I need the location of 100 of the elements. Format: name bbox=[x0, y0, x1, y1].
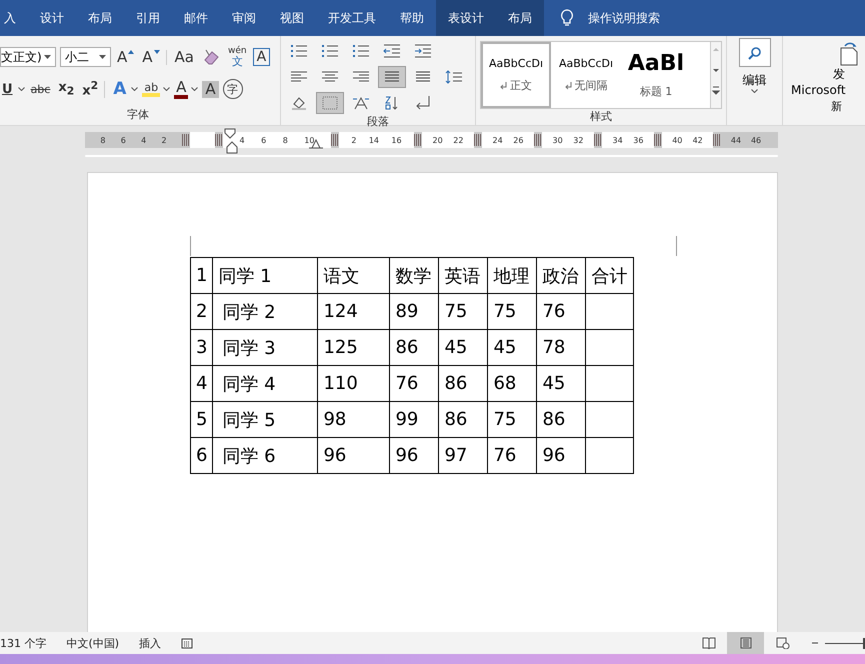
table-cell: 75 bbox=[488, 294, 537, 330]
ribbon-tab[interactable]: 视图 bbox=[268, 0, 316, 36]
table-cell: 89 bbox=[390, 294, 439, 330]
print-view-button[interactable] bbox=[727, 632, 764, 654]
script-button[interactable]: x$_{2}$ bbox=[56, 80, 76, 98]
column-marker-icon[interactable] bbox=[182, 134, 190, 146]
font-name-dropdown[interactable]: 文正文) bbox=[0, 47, 56, 67]
group-label: 样式 bbox=[589, 109, 613, 125]
ruler-number: 34 bbox=[612, 136, 623, 144]
font-color-button[interactable]: A bbox=[174, 80, 188, 98]
table-cell: 96 bbox=[536, 438, 586, 474]
outdent-icon bbox=[383, 43, 401, 59]
table-cell: 同学 1 bbox=[212, 258, 318, 294]
style-gallery-item[interactable]: AaBbCcDı 无间隔 bbox=[551, 42, 621, 108]
send-button-label[interactable]: 发 bbox=[833, 66, 845, 83]
caret-icon[interactable] bbox=[750, 89, 758, 93]
shrink-font-button[interactable]: A bbox=[140, 50, 162, 64]
column-marker-icon[interactable] bbox=[713, 134, 721, 146]
ruler-number: 44 bbox=[730, 136, 742, 144]
column-marker-icon[interactable] bbox=[414, 134, 422, 146]
font-size-dropdown[interactable]: 小二 bbox=[60, 47, 111, 67]
enclose-characters-button[interactable]: 字 bbox=[222, 79, 243, 99]
table-cell: 45 bbox=[438, 330, 488, 366]
table-cell: 75 bbox=[438, 294, 488, 330]
ruler-number: 22 bbox=[453, 136, 464, 144]
caret-icon[interactable] bbox=[163, 87, 170, 91]
ribbon-tab[interactable]: 邮件 bbox=[172, 0, 220, 36]
script-button[interactable]: x$^{2}$ bbox=[80, 80, 100, 98]
send-button-label[interactable]: Microsoft bbox=[791, 83, 846, 97]
text-effects-button[interactable]: A bbox=[104, 80, 128, 98]
ruler-number: 8 bbox=[282, 136, 288, 144]
table-cell: 同学 2 bbox=[212, 294, 318, 330]
ribbon-tab[interactable]: 入 bbox=[0, 0, 28, 36]
ribbon-tab[interactable]: 布局 bbox=[76, 0, 124, 36]
ribbon-tab[interactable]: 开发工具 bbox=[316, 0, 388, 36]
macro-record-icon[interactable] bbox=[181, 637, 194, 649]
ruler-number: 36 bbox=[633, 136, 644, 144]
character-shading-button[interactable]: A bbox=[202, 80, 219, 98]
column-marker-icon[interactable] bbox=[534, 134, 542, 146]
highlight-button[interactable]: ab bbox=[142, 82, 160, 96]
style-gallery-item[interactable]: AaBl 标题 1 bbox=[621, 42, 691, 108]
ruler-number: 6 bbox=[261, 136, 266, 144]
ribbon-tab[interactable]: 表设计 bbox=[436, 0, 496, 36]
ruler-number: 32 bbox=[573, 136, 584, 144]
caret-icon[interactable] bbox=[191, 87, 198, 91]
table-cell: 同学 6 bbox=[212, 438, 318, 474]
marks-icon bbox=[414, 95, 432, 111]
table-cell: 同学 3 bbox=[212, 330, 318, 366]
table-cell: 76 bbox=[488, 438, 537, 474]
ruler-number: 46 bbox=[750, 136, 762, 144]
ruler-number: 8 bbox=[100, 136, 106, 144]
numbering-icon bbox=[321, 43, 339, 59]
table-cell: 68 bbox=[488, 366, 537, 402]
table-cell: 86 bbox=[438, 402, 488, 438]
table-cell: 76 bbox=[536, 294, 586, 330]
table-cell: 97 bbox=[438, 438, 488, 474]
table-cell: 124 bbox=[318, 294, 390, 330]
gallery-scrollbar[interactable] bbox=[710, 42, 721, 108]
table-cell: 96 bbox=[318, 438, 390, 474]
find-button[interactable] bbox=[738, 38, 770, 67]
strikethrough-button[interactable]: abc bbox=[28, 84, 52, 94]
ribbon-tab[interactable]: 布局 bbox=[496, 0, 544, 36]
lightbulb-icon bbox=[560, 9, 574, 27]
search-icon bbox=[748, 46, 762, 60]
ruler-number: 4 bbox=[240, 136, 245, 144]
ribbon-tab[interactable]: 引用 bbox=[124, 0, 172, 36]
corner-mark bbox=[676, 236, 677, 256]
status-text[interactable]: 131 个字 bbox=[0, 636, 46, 650]
ribbon-tab[interactable]: 审阅 bbox=[220, 0, 268, 36]
column-marker-icon[interactable] bbox=[474, 134, 482, 146]
column-marker-icon[interactable] bbox=[654, 134, 662, 146]
status-text[interactable]: 中文(中国) bbox=[66, 636, 120, 650]
ribbon-tab[interactable]: 帮助 bbox=[388, 0, 436, 36]
underline-button[interactable]: U bbox=[0, 82, 15, 96]
read-view-icon bbox=[702, 637, 716, 649]
table-cell: 1 bbox=[190, 258, 213, 294]
indent-marker-icon[interactable] bbox=[224, 128, 238, 154]
justify-button[interactable] bbox=[378, 66, 406, 88]
phonetic-guide-button[interactable]: wén 文 bbox=[226, 46, 249, 68]
column-marker-icon[interactable] bbox=[331, 134, 339, 146]
table-cell: 86 bbox=[390, 330, 439, 366]
style-gallery-item[interactable]: AaBbCcDı 正文 bbox=[481, 42, 551, 108]
column-marker-icon[interactable] bbox=[215, 134, 223, 146]
ribbon-tab[interactable]: 设计 bbox=[28, 0, 76, 36]
table-cell: 76 bbox=[390, 366, 439, 402]
character-border-button[interactable]: A bbox=[252, 48, 270, 66]
table-cell: 政治 bbox=[536, 258, 586, 294]
caret-icon[interactable] bbox=[18, 87, 25, 91]
caret-icon[interactable] bbox=[131, 87, 138, 91]
change-case-button[interactable]: Aa bbox=[166, 50, 196, 64]
table-cell: 99 bbox=[390, 402, 439, 438]
table-cell: 6 bbox=[190, 438, 213, 474]
status-text[interactable]: 插入 bbox=[139, 636, 162, 650]
column-marker-icon[interactable] bbox=[594, 134, 602, 146]
table-cell: 98 bbox=[318, 402, 390, 438]
tell-me-search[interactable]: 操作说明搜索 bbox=[556, 0, 664, 36]
grow-font-button[interactable]: A bbox=[115, 50, 136, 64]
up-triangle-icon bbox=[128, 50, 134, 54]
ruler-number: 6 bbox=[120, 136, 126, 144]
editing-button[interactable]: 编辑 bbox=[742, 72, 766, 89]
